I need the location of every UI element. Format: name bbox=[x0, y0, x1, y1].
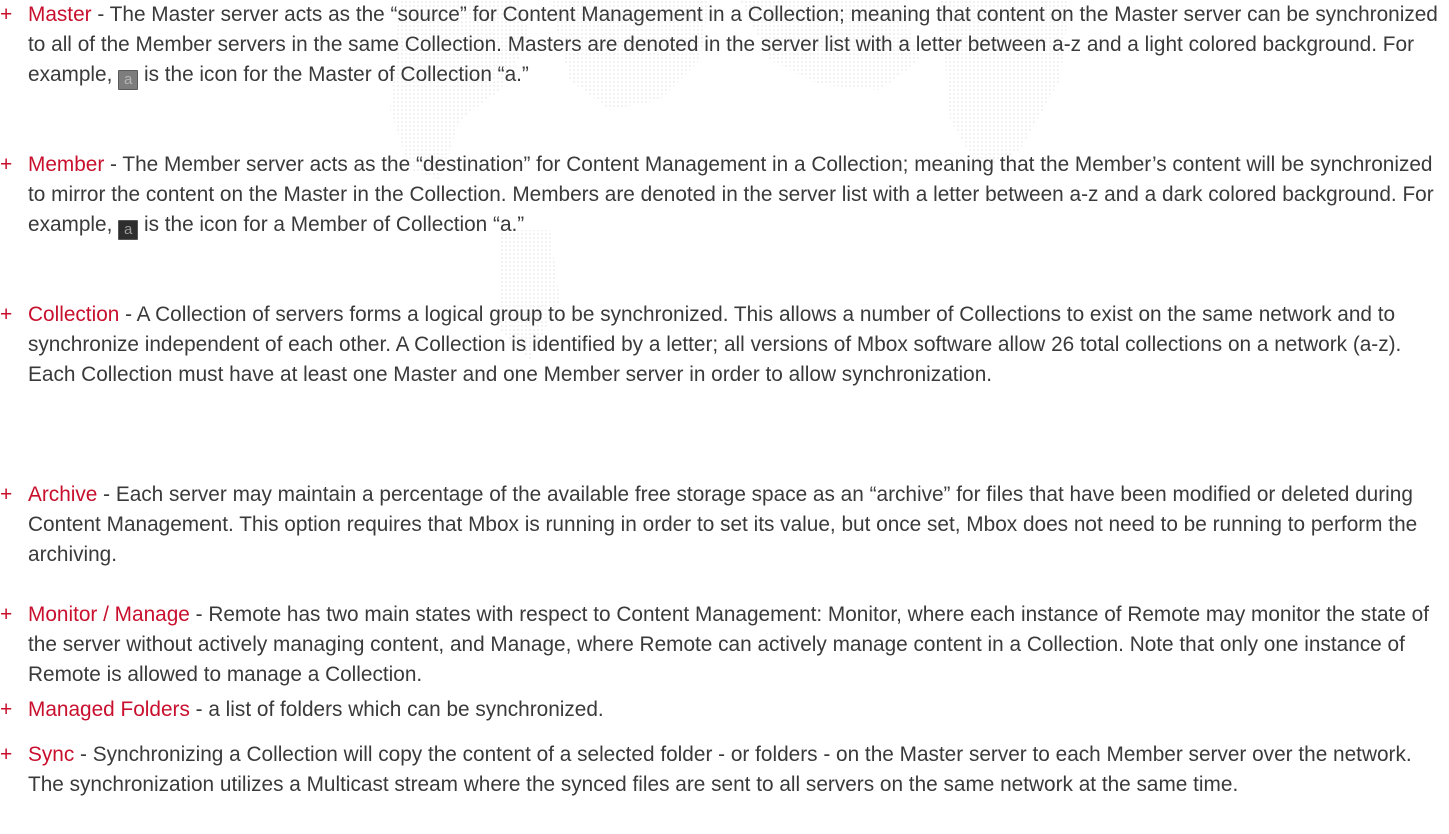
entry-body: Sync - Synchronizing a Collection will c… bbox=[28, 740, 1438, 800]
term-label: Managed Folders bbox=[28, 698, 190, 721]
definition-text-tail: is the icon for the Master of Collection… bbox=[138, 63, 529, 86]
member-collection-icon: a bbox=[118, 220, 139, 240]
bullet-plus-icon: + bbox=[0, 603, 13, 626]
term-label: Member bbox=[28, 153, 105, 176]
bullet-plus-icon: + bbox=[0, 483, 13, 506]
definition-text: - Synchronizing a Collection will copy t… bbox=[28, 743, 1412, 796]
entry-body: Collection - A Collection of servers for… bbox=[28, 300, 1438, 390]
entry-body: Archive - Each server may maintain a per… bbox=[28, 480, 1438, 570]
definition-text: - Each server may maintain a percentage … bbox=[28, 483, 1418, 566]
entry-body: Member - The Member server acts as the “… bbox=[28, 150, 1438, 240]
bullet-plus-icon: + bbox=[0, 153, 13, 176]
bullet-plus-icon: + bbox=[0, 698, 13, 721]
bullet-plus-icon: + bbox=[0, 743, 13, 766]
term-label: Master bbox=[28, 3, 92, 26]
term-label: Collection bbox=[28, 303, 120, 326]
entry-body: Managed Folders - a list of folders whic… bbox=[28, 695, 1438, 725]
definition-text-tail: is the icon for a Member of Collection “… bbox=[138, 213, 525, 236]
entry-body: Monitor / Manage - Remote has two main s… bbox=[28, 600, 1438, 690]
definition-text: - Remote has two main states with respec… bbox=[28, 603, 1430, 686]
term-label: Archive bbox=[28, 483, 98, 506]
bullet-plus-icon: + bbox=[0, 3, 13, 26]
definition-text: - A Collection of servers forms a logica… bbox=[28, 303, 1402, 386]
definition-text: - a list of folders which can be synchro… bbox=[189, 698, 604, 721]
term-label: Monitor / Manage bbox=[28, 603, 190, 626]
bullet-plus-icon: + bbox=[0, 303, 13, 326]
term-label: Sync bbox=[28, 743, 75, 766]
entry-body: Master - The Master server acts as the “… bbox=[28, 0, 1438, 90]
page: { "colors": { "bullet": "#c8102e", "term… bbox=[0, 0, 1449, 834]
master-collection-icon: a bbox=[118, 70, 139, 90]
